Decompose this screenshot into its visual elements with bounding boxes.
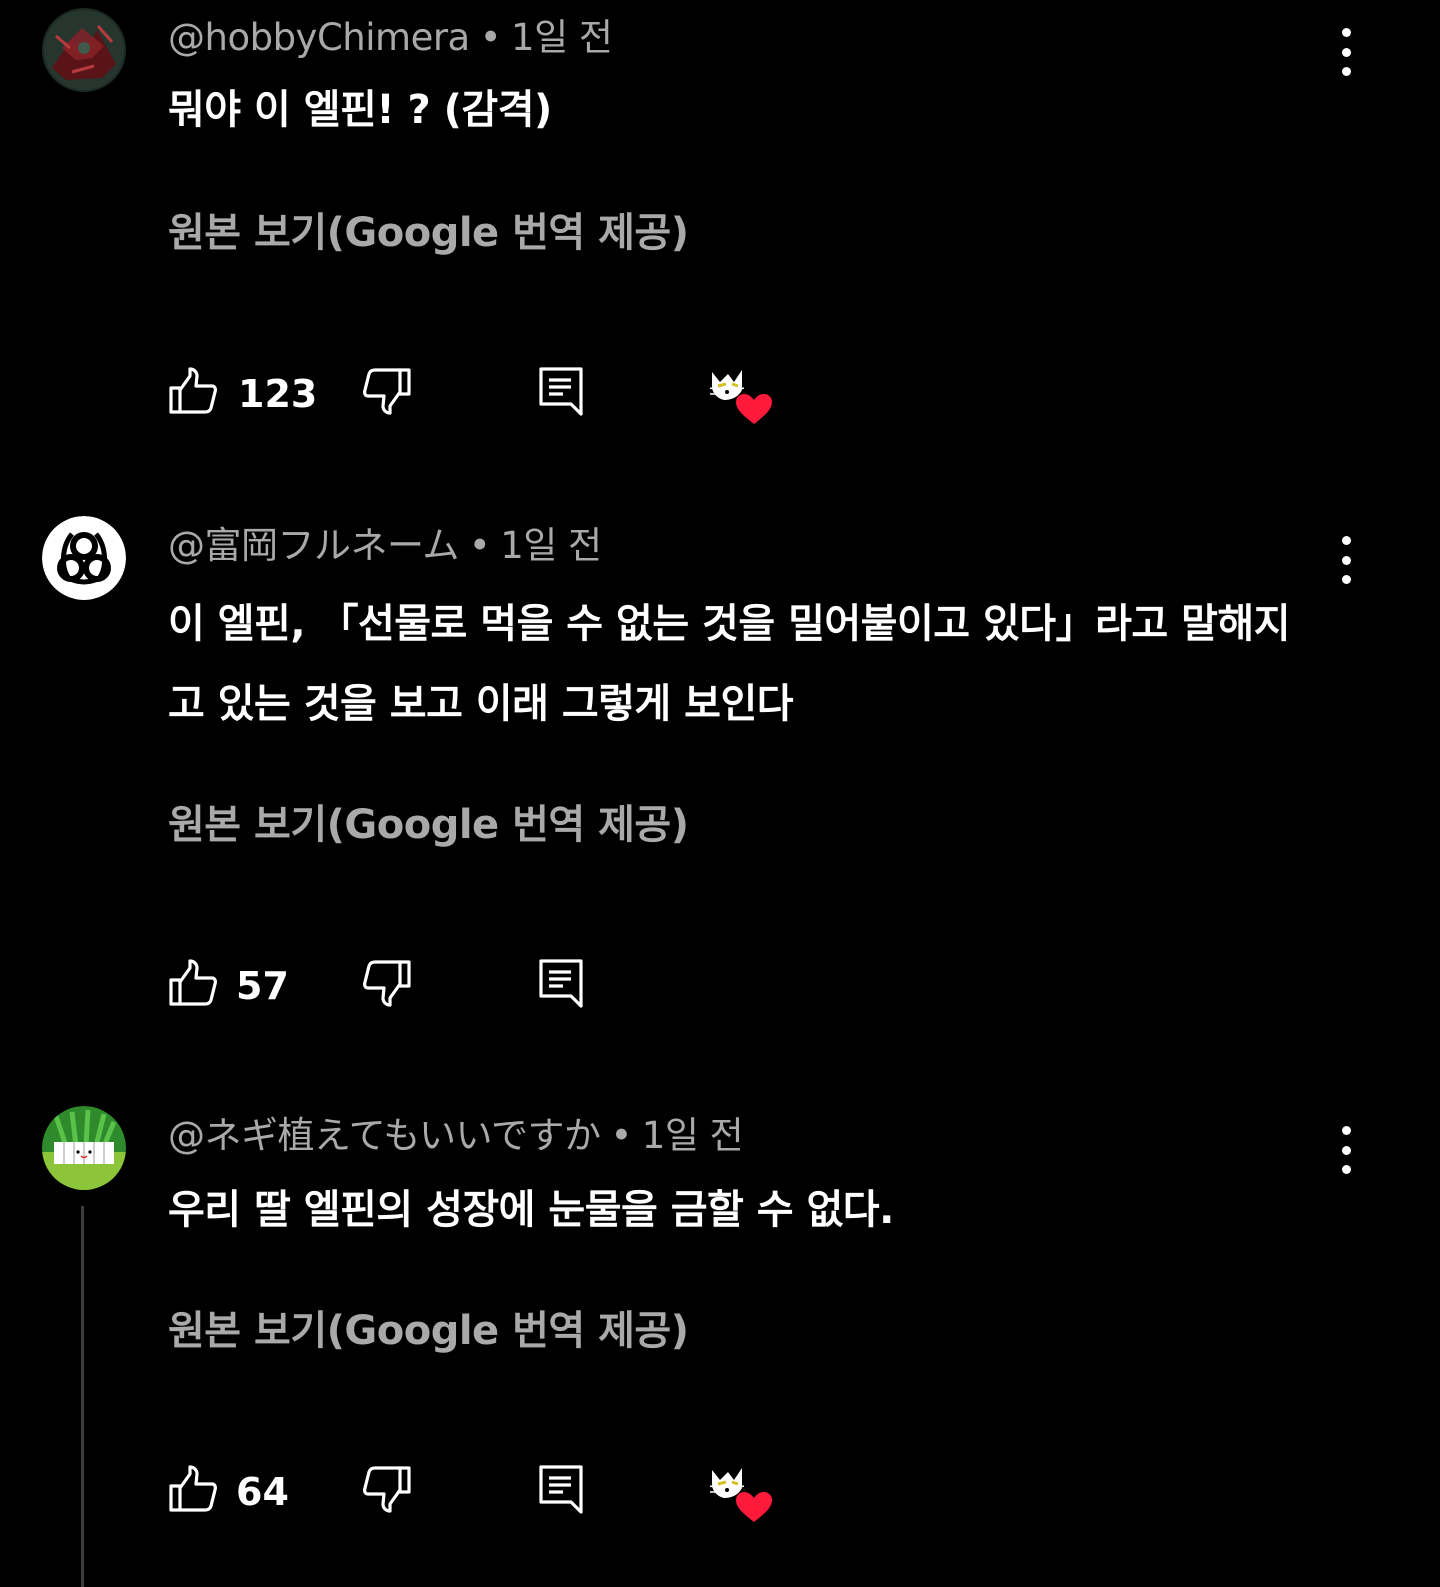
reply-icon[interactable] [538, 958, 584, 1014]
thumbs-down-icon[interactable] [362, 366, 412, 420]
thumbs-up-icon[interactable] [168, 958, 218, 1012]
like-count: 57 [236, 964, 289, 1008]
comment-actions: 57 [168, 958, 628, 1018]
view-original-link[interactable]: 원본 보기(Google 번역 제공) [168, 1298, 689, 1356]
reply-icon[interactable] [538, 1464, 584, 1520]
view-original-link[interactable]: 원본 보기(Google 번역 제공) [168, 792, 689, 850]
like-count: 64 [236, 1470, 289, 1514]
creator-heart-icon [708, 1464, 774, 1530]
thumbs-up-icon[interactable] [168, 366, 218, 420]
avatar[interactable] [42, 1106, 126, 1190]
comment-item: @ネギ植えてもいいですか • 1일 전 우리 딸 엘핀의 성장에 눈물을 금할 수 … [0, 1098, 1440, 1587]
comment-time: 1일 전 [511, 16, 613, 59]
author-name[interactable]: @ネギ植えてもいいですか [168, 1114, 601, 1157]
reply-thread-line [81, 1206, 84, 1587]
comment-item: @富岡フルネーム • 1일 전 이 엘핀, 「선물로 먹을 수 없는 것을 밀어붙이… [0, 508, 1440, 1068]
creator-heart-icon [708, 366, 774, 432]
comment-actions: 64 [168, 1464, 808, 1524]
more-vertical-icon[interactable] [1334, 1126, 1358, 1174]
comment-text: 우리 딸 엘핀의 성장에 눈물을 금할 수 없다. [168, 1187, 894, 1233]
separator-dot: • [479, 16, 502, 59]
reply-icon[interactable] [538, 366, 584, 422]
author-name[interactable]: @富岡フルネーム [168, 524, 459, 567]
comment-meta: @hobbyChimera • 1일 전 [168, 14, 613, 62]
comment-meta: @ネギ植えてもいいですか • 1일 전 [168, 1112, 744, 1160]
comment-actions: 123 [168, 366, 808, 426]
more-vertical-icon[interactable] [1334, 536, 1358, 584]
separator-dot: • [610, 1114, 632, 1157]
avatar[interactable] [42, 8, 126, 92]
comment-time: 1일 전 [641, 1114, 744, 1157]
comment-text: 이 엘핀, 「선물로 먹을 수 없는 것을 밀어붙이고 있다」라고 말해지고 있… [168, 601, 1291, 727]
author-name[interactable]: @hobbyChimera [168, 16, 470, 59]
view-original-link[interactable]: 원본 보기(Google 번역 제공) [168, 200, 689, 258]
comment-item: @hobbyChimera • 1일 전 뭐야 이 엘핀! ? (감격) 원본 보기… [0, 0, 1440, 480]
comment-meta: @富岡フルネーム • 1일 전 [168, 522, 602, 570]
thumbs-up-icon[interactable] [168, 1464, 218, 1518]
thumbs-down-icon[interactable] [362, 1464, 412, 1518]
more-vertical-icon[interactable] [1334, 28, 1358, 76]
thumbs-down-icon[interactable] [362, 958, 412, 1012]
separator-dot: • [468, 524, 491, 567]
avatar[interactable] [42, 516, 126, 600]
like-count: 123 [238, 372, 318, 416]
comment-time: 1일 전 [500, 524, 602, 567]
comment-text: 뭐야 이 엘핀! ? (감격) [168, 87, 552, 133]
